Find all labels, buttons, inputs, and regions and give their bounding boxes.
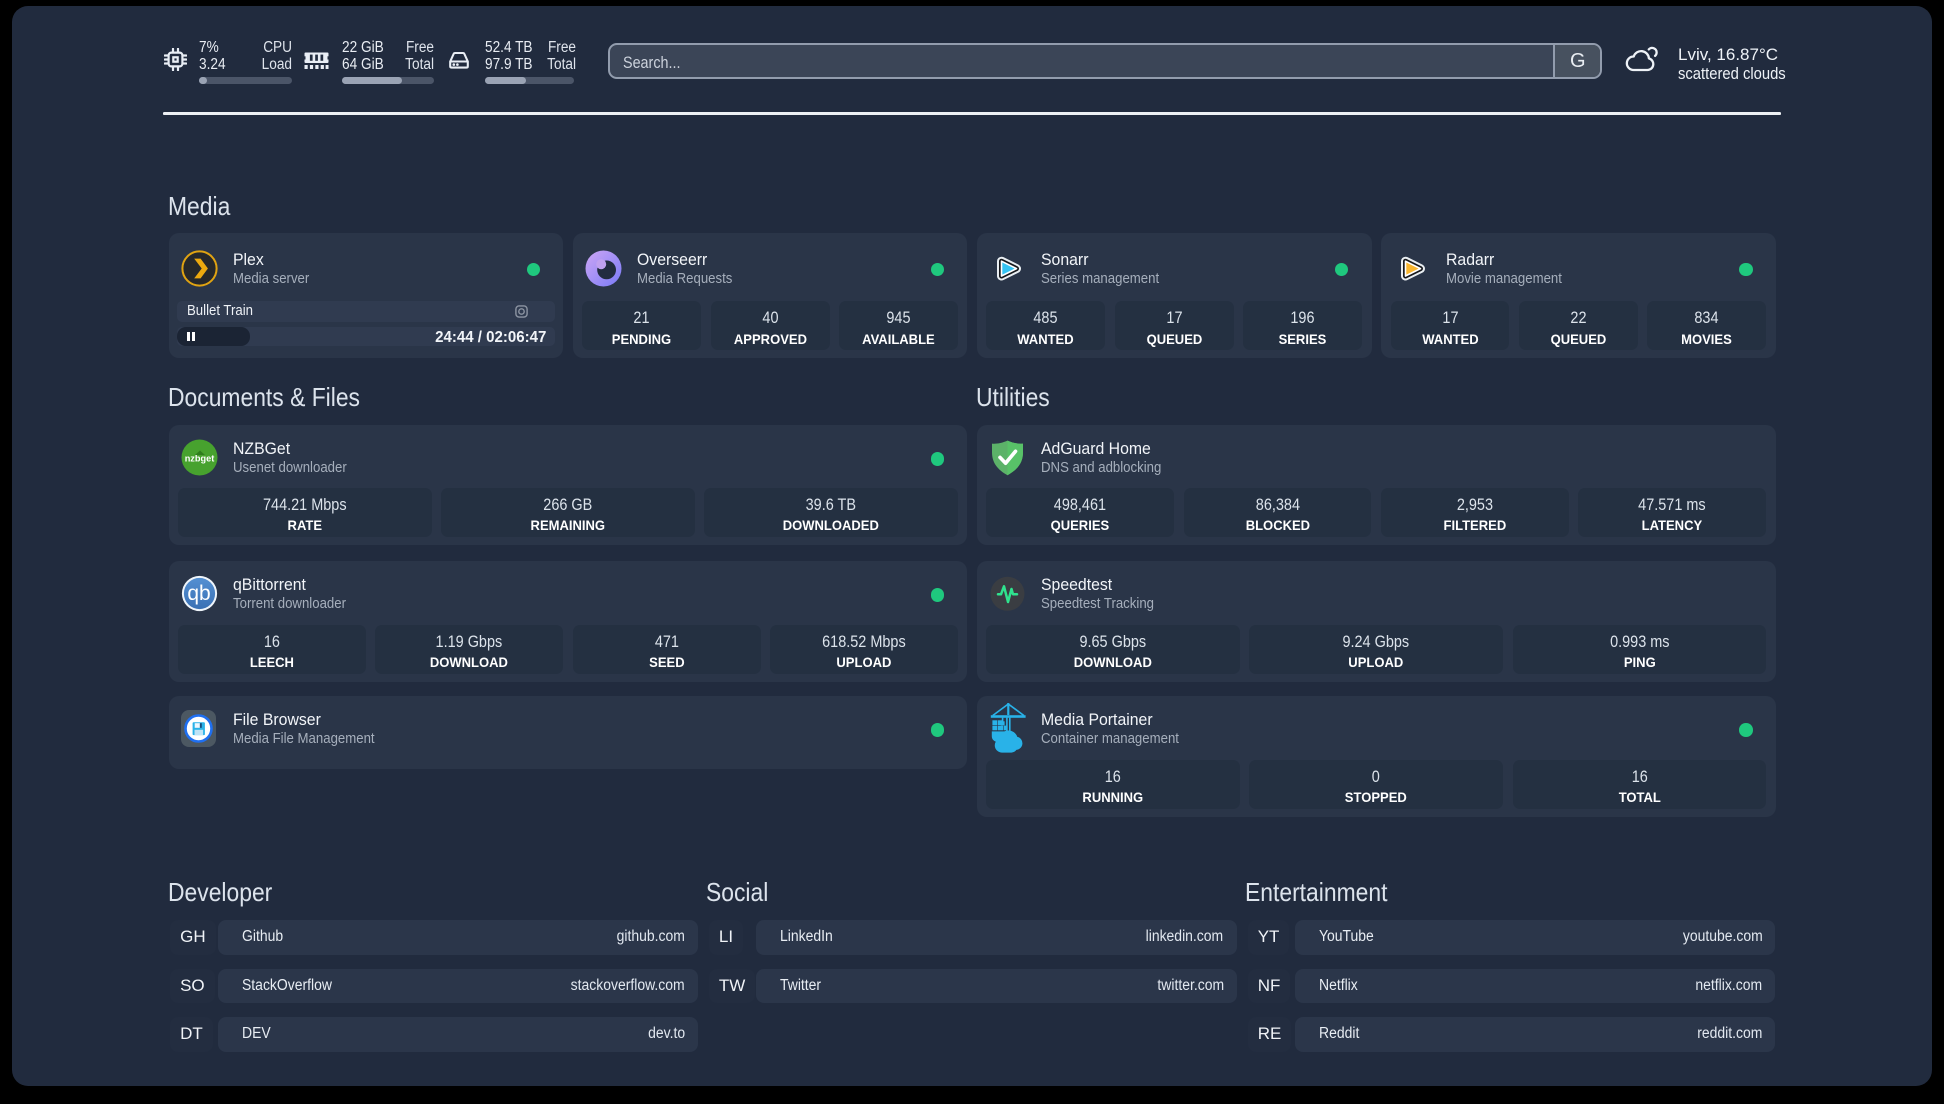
svg-text:nzbget: nzbget — [184, 454, 214, 464]
svg-text:qb: qb — [187, 582, 210, 605]
